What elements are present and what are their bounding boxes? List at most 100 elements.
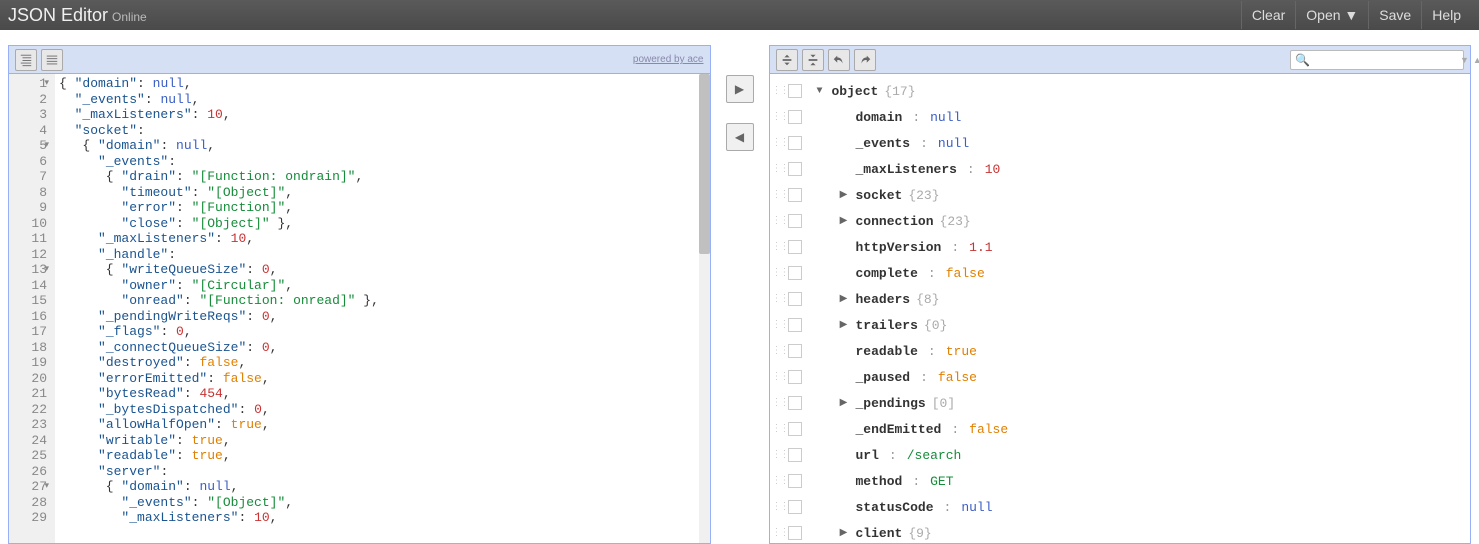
tree-key[interactable]: _maxListeners [856,162,957,177]
drag-handle-icon[interactable]: ⋮⋮ [772,345,782,357]
code-line[interactable]: "server": [59,464,706,480]
tree-key[interactable]: connection [856,214,934,229]
tree-key[interactable]: _paused [856,370,911,385]
context-menu-button[interactable] [788,214,802,228]
code-line[interactable]: "onread": "[Function: onread]" }, [59,293,706,309]
tree-row[interactable]: ⋮⋮_paused:false [772,364,1469,390]
drag-handle-icon[interactable]: ⋮⋮ [772,293,782,305]
tree-row[interactable]: ⋮⋮▼object {17} [772,78,1469,104]
scroll-thumb[interactable] [699,74,710,254]
expand-toggle[interactable]: ▶ [838,319,850,331]
tree-key[interactable]: complete [856,266,918,281]
undo-button[interactable] [828,49,850,71]
drag-handle-icon[interactable]: ⋮⋮ [772,215,782,227]
tree-row[interactable]: ⋮⋮▶trailers {0} [772,312,1469,338]
code-line[interactable]: "timeout": "[Object]", [59,185,706,201]
context-menu-button[interactable] [788,422,802,436]
code-line[interactable]: { "writeQueueSize": 0, [59,262,706,278]
scrollbar[interactable] [699,74,710,543]
tree-value[interactable]: false [969,422,1008,437]
code-line[interactable]: { "domain": null, [59,479,706,495]
code-line[interactable]: "allowHalfOpen": true, [59,417,706,433]
code-line[interactable]: "socket": [59,123,706,139]
code-line[interactable]: "close": "[Object]" }, [59,216,706,232]
tree-row[interactable]: ⋮⋮httpVersion:1.1 [772,234,1469,260]
context-menu-button[interactable] [788,162,802,176]
context-menu-button[interactable] [788,344,802,358]
drag-handle-icon[interactable]: ⋮⋮ [772,85,782,97]
code-line[interactable]: "_events": "[Object]", [59,495,706,511]
tree-value[interactable]: null [930,110,961,125]
tree-key[interactable]: readable [856,344,918,359]
tree-row[interactable]: ⋮⋮complete:false [772,260,1469,286]
context-menu-button[interactable] [788,318,802,332]
drag-handle-icon[interactable]: ⋮⋮ [772,319,782,331]
drag-handle-icon[interactable]: ⋮⋮ [772,475,782,487]
tree-key[interactable]: httpVersion [856,240,942,255]
tree-row[interactable]: ⋮⋮_endEmitted:false [772,416,1469,442]
context-menu-button[interactable] [788,448,802,462]
context-menu-button[interactable] [788,474,802,488]
drag-handle-icon[interactable]: ⋮⋮ [772,371,782,383]
search-next-icon[interactable]: ▲ [1473,55,1479,65]
code-line[interactable]: "_events": [59,154,706,170]
context-menu-button[interactable] [788,526,802,540]
code-line[interactable]: "writable": true, [59,433,706,449]
drag-handle-icon[interactable]: ⋮⋮ [772,267,782,279]
context-menu-button[interactable] [788,396,802,410]
drag-handle-icon[interactable]: ⋮⋮ [772,111,782,123]
tree-row[interactable]: ⋮⋮_maxListeners:10 [772,156,1469,182]
code-line[interactable]: "_maxListeners": 10, [59,107,706,123]
drag-handle-icon[interactable]: ⋮⋮ [772,137,782,149]
tree-key[interactable]: trailers [856,318,918,333]
menu-clear[interactable]: Clear [1241,1,1295,29]
code-line[interactable]: { "domain": null, [59,138,706,154]
expand-toggle[interactable]: ▶ [838,215,850,227]
code-line[interactable]: "_maxListeners": 10, [59,510,706,526]
context-menu-button[interactable] [788,240,802,254]
tree-view[interactable]: ⋮⋮▼object {17}⋮⋮domain:null⋮⋮_events:nul… [770,74,1471,543]
expand-toggle[interactable]: ▼ [814,86,826,97]
tree-key[interactable]: domain [856,110,903,125]
tree-row[interactable]: ⋮⋮_events:null [772,130,1469,156]
tree-row[interactable]: ⋮⋮▶client {9} [772,520,1469,543]
tree-value[interactable]: GET [930,474,953,489]
code-editor[interactable]: 1234567891011121314151617181920212223242… [9,74,710,543]
tree-value[interactable]: false [938,370,977,385]
code-line[interactable]: "errorEmitted": false, [59,371,706,387]
menu-help[interactable]: Help [1421,1,1471,29]
tree-value[interactable]: null [938,136,969,151]
tree-value[interactable]: null [961,500,992,515]
code-line[interactable]: "_bytesDispatched": 0, [59,402,706,418]
code-line[interactable]: "_pendingWriteReqs": 0, [59,309,706,325]
drag-handle-icon[interactable]: ⋮⋮ [772,189,782,201]
code-content[interactable]: { "domain": null, "_events": null, "_max… [55,74,710,543]
code-line[interactable]: "destroyed": false, [59,355,706,371]
redo-button[interactable] [854,49,876,71]
drag-handle-icon[interactable]: ⋮⋮ [772,527,782,539]
tree-row[interactable]: ⋮⋮domain:null [772,104,1469,130]
code-line[interactable]: "error": "[Function]", [59,200,706,216]
tree-row[interactable]: ⋮⋮method:GET [772,468,1469,494]
code-line[interactable]: "readable": true, [59,448,706,464]
tree-key[interactable]: statusCode [856,500,934,515]
drag-handle-icon[interactable]: ⋮⋮ [772,449,782,461]
copy-left-button[interactable]: ◀ [726,123,754,151]
context-menu-button[interactable] [788,188,802,202]
expand-toggle[interactable]: ▶ [838,189,850,201]
tree-row[interactable]: ⋮⋮statusCode:null [772,494,1469,520]
tree-value[interactable]: false [946,266,985,281]
expand-toggle[interactable]: ▶ [838,527,850,539]
tree-row[interactable]: ⋮⋮▶connection {23} [772,208,1469,234]
code-line[interactable]: "_maxListeners": 10, [59,231,706,247]
tree-key[interactable]: _events [856,136,911,151]
menu-save[interactable]: Save [1368,1,1421,29]
tree-key[interactable]: _endEmitted [856,422,942,437]
context-menu-button[interactable] [788,266,802,280]
search-box[interactable]: 🔍 ▼▲ [1290,50,1464,70]
tree-row[interactable]: ⋮⋮▶socket {23} [772,182,1469,208]
copy-right-button[interactable]: ▶ [726,75,754,103]
drag-handle-icon[interactable]: ⋮⋮ [772,423,782,435]
code-line[interactable]: "_connectQueueSize": 0, [59,340,706,356]
tree-row[interactable]: ⋮⋮url:/search [772,442,1469,468]
